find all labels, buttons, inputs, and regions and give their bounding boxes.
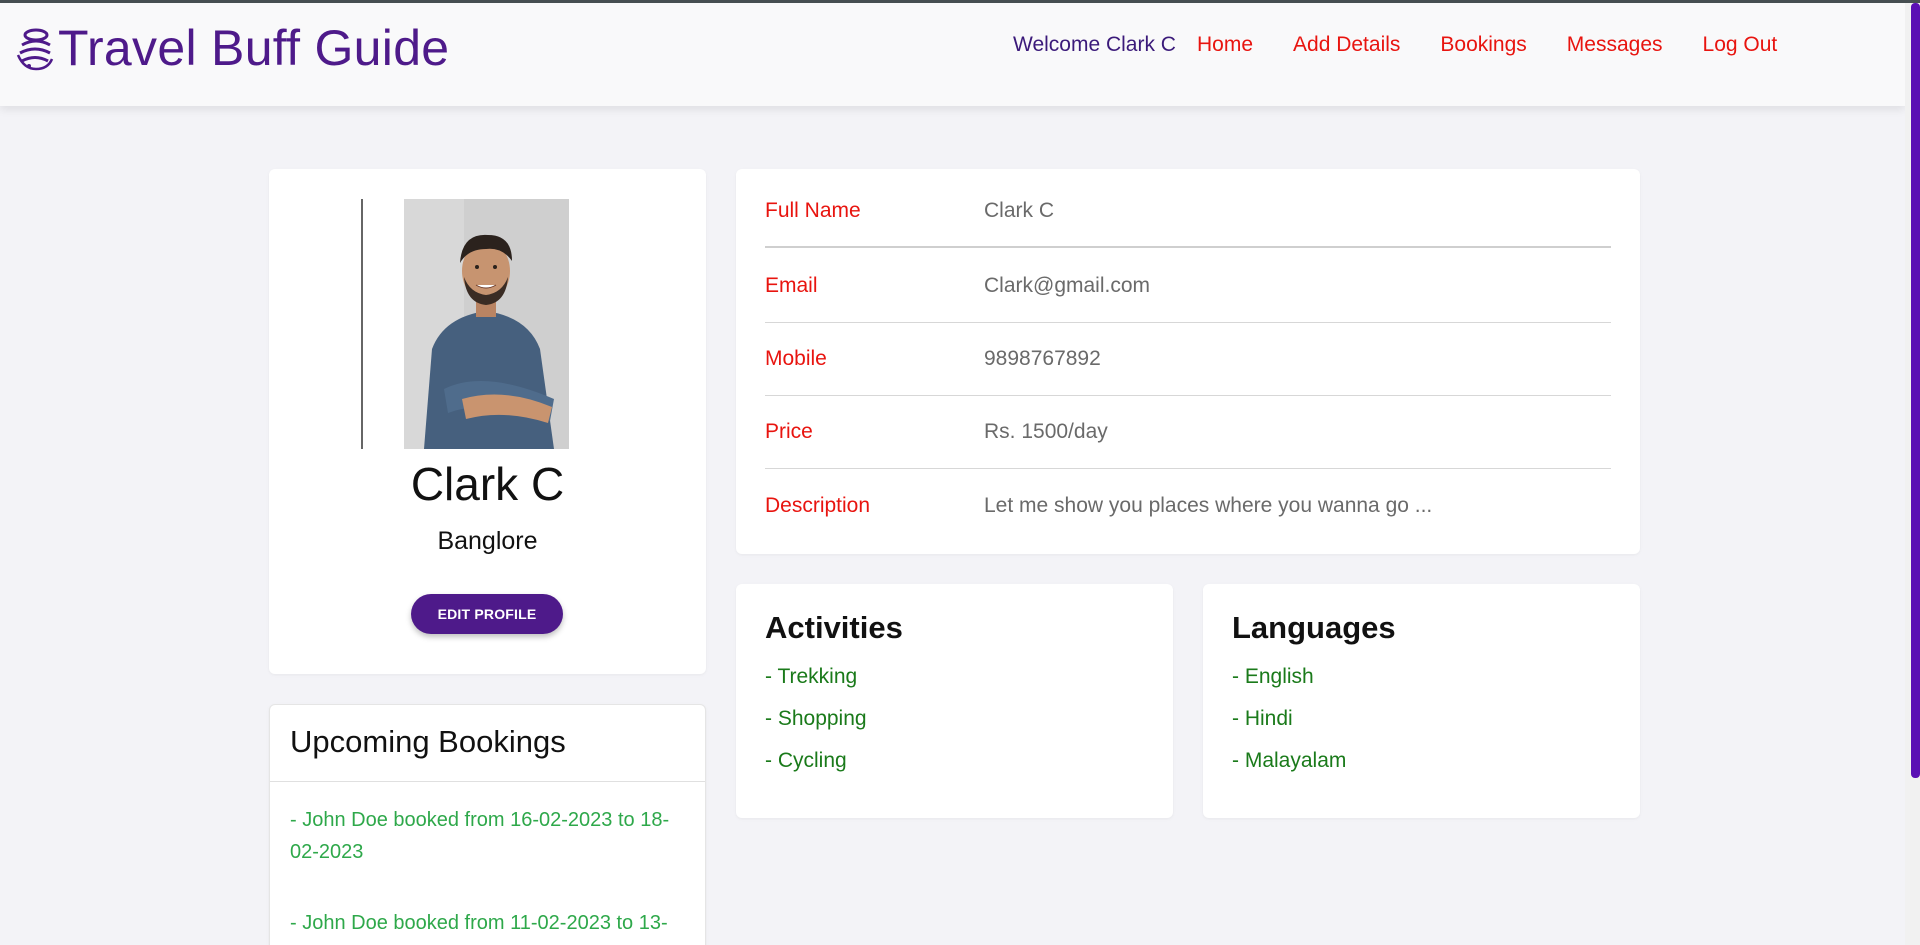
person-portrait-icon bbox=[404, 199, 569, 449]
details-card: Full Name Clark C Email Clark@gmail.com … bbox=[736, 169, 1640, 554]
main-nav: Welcome Clark C Home Add Details Booking… bbox=[1013, 33, 1817, 57]
activity-item: - Trekking bbox=[765, 665, 858, 688]
nav-log-out[interactable]: Log Out bbox=[1703, 33, 1778, 57]
activities-card: Activities - Trekking - Shopping - Cycli… bbox=[736, 584, 1173, 818]
languages-title: Languages bbox=[1232, 610, 1396, 645]
nav-add-details[interactable]: Add Details bbox=[1293, 33, 1400, 57]
languages-card: Languages - English - Hindi - Malayalam bbox=[1203, 584, 1640, 818]
brand-link[interactable]: Travel Buff Guide bbox=[14, 19, 449, 77]
scrollbar-thumb[interactable] bbox=[1911, 3, 1920, 778]
detail-label: Full Name bbox=[765, 198, 861, 222]
profile-photo bbox=[404, 199, 569, 449]
profile-card: Clark C Banglore EDIT PROFILE bbox=[269, 169, 706, 674]
language-item: - Hindi bbox=[1232, 707, 1293, 730]
detail-label: Mobile bbox=[765, 347, 827, 370]
detail-row-mobile: Mobile 9898767892 bbox=[765, 323, 1611, 396]
detail-row-email: Email Clark@gmail.com bbox=[765, 250, 1611, 323]
detail-value: Clark C bbox=[984, 198, 1055, 222]
booking-item: - John Doe booked from 11-02-2023 to 13-… bbox=[290, 912, 668, 945]
edit-profile-button[interactable]: EDIT PROFILE bbox=[411, 594, 563, 634]
upcoming-bookings-card: Upcoming Bookings - John Doe booked from… bbox=[269, 704, 706, 945]
page-scrollbar[interactable] bbox=[1905, 3, 1920, 945]
nav-home[interactable]: Home bbox=[1197, 33, 1253, 57]
bookings-title: Upcoming Bookings bbox=[270, 705, 705, 782]
welcome-text: Welcome Clark C bbox=[1013, 33, 1176, 56]
booking-item: - John Doe booked from 16-02-2023 to 18-… bbox=[290, 809, 670, 863]
activities-title: Activities bbox=[765, 610, 903, 645]
globe-logo-icon bbox=[16, 28, 54, 71]
profile-name: Clark C bbox=[410, 458, 565, 510]
nav-messages[interactable]: Messages bbox=[1567, 33, 1663, 57]
navbar: Travel Buff Guide Welcome Clark C Home A… bbox=[0, 3, 1905, 106]
brand-title: Travel Buff Guide bbox=[58, 20, 450, 76]
detail-value: Let me show you places where you wanna g… bbox=[984, 493, 1433, 517]
detail-label: Email bbox=[765, 274, 818, 297]
detail-value: Rs. 1500/day bbox=[984, 420, 1108, 443]
detail-label: Description bbox=[765, 493, 871, 517]
activity-item: - Cycling bbox=[765, 749, 847, 772]
photo-divider bbox=[361, 199, 363, 449]
detail-label: Price bbox=[765, 420, 813, 443]
detail-row-description: Description Let me show you places where… bbox=[765, 469, 1611, 542]
nav-bookings[interactable]: Bookings bbox=[1440, 33, 1526, 57]
detail-row-full-name: Full Name Clark C bbox=[765, 175, 1611, 248]
profile-city: Banglore bbox=[437, 527, 538, 555]
activity-item: - Shopping bbox=[765, 707, 867, 730]
detail-value: 9898767892 bbox=[984, 347, 1101, 370]
detail-value: Clark@gmail.com bbox=[984, 274, 1151, 297]
language-item: - Malayalam bbox=[1232, 749, 1347, 772]
detail-row-price: Price Rs. 1500/day bbox=[765, 396, 1611, 469]
language-item: - English bbox=[1232, 665, 1314, 688]
